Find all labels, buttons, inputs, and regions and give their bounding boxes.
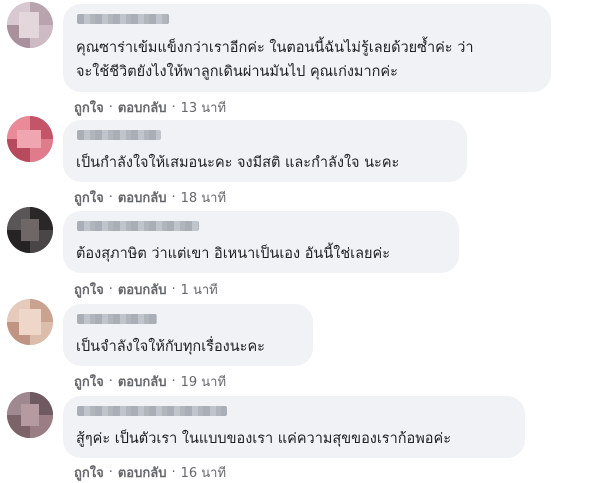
separator: ·: [108, 374, 113, 389]
reply-link[interactable]: ตอบกลับ: [118, 371, 167, 392]
timestamp-link[interactable]: 18 นาที: [181, 187, 226, 208]
comment-bubble: ต้องสุภาษิต ว่าแต่เขา อิเหนาเป็นเอง อันน…: [63, 211, 459, 273]
author-name-blurred[interactable]: [77, 14, 169, 24]
reply-link[interactable]: ตอบกลับ: [118, 97, 167, 118]
author-name-blurred[interactable]: [77, 406, 227, 416]
avatar[interactable]: [7, 299, 53, 345]
separator: ·: [108, 100, 113, 115]
like-link[interactable]: ถูกใจ: [74, 97, 104, 118]
comment-text-line: สู้ๆค่ะ เป็นตัวเรา ในแบบของเรา แค่ความสุ…: [76, 431, 451, 447]
comment-thread: คุณซาร่าเข้มแข็งกว่าเราอีกค่ะ ในตอนนี้ฉั…: [0, 0, 600, 483]
timestamp-link[interactable]: 16 นาที: [181, 462, 226, 483]
comment-text-line: เป็นกำลังใจให้เสมอนะคะ จงมีสติ และกำลังใ…: [76, 155, 400, 171]
timestamp-link[interactable]: 1 นาที: [181, 279, 218, 300]
separator: ·: [108, 465, 113, 480]
author-name-blurred[interactable]: [77, 130, 161, 140]
timestamp-link[interactable]: 19 นาที: [181, 371, 226, 392]
comment-text-line: เป็นจำลังใจให้กับทุกเรื่องนะคะ: [76, 339, 265, 355]
comment-text-line: ต้องสุภาษิต ว่าแต่เขา อิเหนาเป็นเอง อันน…: [76, 246, 390, 262]
comment-bubble: เป็นจำลังใจให้กับทุกเรื่องนะคะ: [63, 304, 313, 366]
separator: ·: [171, 374, 176, 389]
reply-link[interactable]: ตอบกลับ: [118, 279, 167, 300]
avatar[interactable]: [7, 392, 53, 438]
author-name-blurred[interactable]: [77, 221, 199, 231]
comment-bubble: สู้ๆค่ะ เป็นตัวเรา ในแบบของเรา แค่ความสุ…: [63, 396, 525, 458]
avatar[interactable]: [7, 2, 53, 48]
separator: ·: [171, 282, 176, 297]
separator: ·: [171, 190, 176, 205]
separator: ·: [171, 100, 176, 115]
comment-actions: ถูกใจ · ตอบกลับ · 19 นาที: [74, 371, 226, 392]
separator: ·: [108, 282, 113, 297]
separator: ·: [108, 190, 113, 205]
comment-actions: ถูกใจ · ตอบกลับ · 1 นาที: [74, 279, 218, 300]
comment-actions: ถูกใจ · ตอบกลับ · 13 นาที: [74, 97, 226, 118]
separator: ·: [171, 465, 176, 480]
comment-text-line: จะใช้ชีวิตยังไงให้พาลูกเดินผ่านมันไป คุณ…: [76, 64, 398, 80]
comment-bubble: คุณซาร่าเข้มแข็งกว่าเราอีกค่ะ ในตอนนี้ฉั…: [63, 4, 551, 92]
like-link[interactable]: ถูกใจ: [74, 279, 104, 300]
avatar[interactable]: [7, 207, 53, 253]
comment-text-line: คุณซาร่าเข้มแข็งกว่าเราอีกค่ะ ในตอนนี้ฉั…: [76, 40, 474, 56]
reply-link[interactable]: ตอบกลับ: [118, 462, 167, 483]
like-link[interactable]: ถูกใจ: [74, 187, 104, 208]
comment-actions: ถูกใจ · ตอบกลับ · 18 นาที: [74, 187, 226, 208]
author-name-blurred[interactable]: [77, 314, 157, 324]
comment-actions: ถูกใจ · ตอบกลับ · 16 นาที: [74, 462, 226, 483]
like-link[interactable]: ถูกใจ: [74, 462, 104, 483]
like-link[interactable]: ถูกใจ: [74, 371, 104, 392]
avatar[interactable]: [7, 116, 53, 162]
timestamp-link[interactable]: 13 นาที: [181, 97, 226, 118]
reply-link[interactable]: ตอบกลับ: [118, 187, 167, 208]
comment-bubble: เป็นกำลังใจให้เสมอนะคะ จงมีสติ และกำลังใ…: [63, 120, 467, 182]
